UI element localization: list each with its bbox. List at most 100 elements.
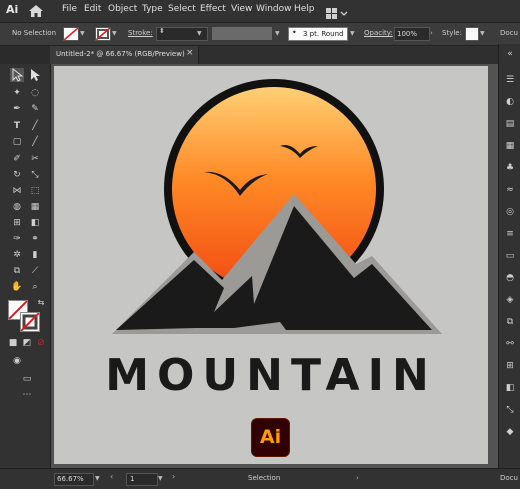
mountain-logo[interactable] xyxy=(54,66,488,356)
direct-selection-tool-icon[interactable] xyxy=(28,68,42,82)
magic-wand-tool-icon[interactable]: ✦ xyxy=(10,86,24,100)
menu-select[interactable]: Select xyxy=(168,4,196,14)
collapse-panels-icon[interactable]: « xyxy=(504,48,516,60)
home-icon[interactable] xyxy=(28,3,44,22)
logo-wordmark[interactable]: MOUNTAIN xyxy=(54,350,488,401)
symbol-sprayer-tool-icon[interactable]: ✲ xyxy=(10,248,24,262)
zoom-value: 66.67% xyxy=(57,475,84,483)
links-panel-icon[interactable]: ⚯ xyxy=(504,338,516,350)
current-tool-status[interactable]: Selection xyxy=(248,474,280,482)
gradient-panel-icon[interactable]: ▭ xyxy=(504,250,516,262)
shaper-tool-icon[interactable]: ✐ xyxy=(10,152,24,166)
menu-window[interactable]: Window xyxy=(256,4,292,14)
style-dropdown-icon[interactable]: ▼ xyxy=(480,30,485,37)
color-mode-icon[interactable]: ■ xyxy=(6,336,20,350)
pathfinder-panel-icon[interactable]: ◧ xyxy=(504,382,516,394)
layer-stack-icon[interactable]: ◈ xyxy=(504,294,516,306)
stroke-weight-stepper-icon[interactable]: ⬍ xyxy=(159,27,165,35)
artboard-prev-icon[interactable]: ‹ xyxy=(110,472,113,481)
artboards-panel-icon[interactable]: ⧉ xyxy=(504,316,516,328)
color-panel-icon[interactable]: ▦ xyxy=(504,140,516,152)
stroke-weight-dropdown-icon[interactable]: ▼ xyxy=(197,30,202,37)
none-mode-icon[interactable]: ⊘ xyxy=(34,336,48,350)
menu-object[interactable]: Object xyxy=(108,4,137,14)
stroke-panel-icon[interactable]: ≡ xyxy=(504,228,516,240)
app-logo[interactable]: Ai xyxy=(6,3,18,16)
slice-tool-icon[interactable]: ⟋ xyxy=(28,264,42,278)
fill-swatch[interactable] xyxy=(63,27,79,41)
opacity-value: 100% xyxy=(397,30,418,38)
column-graph-tool-icon[interactable]: ▮ xyxy=(28,248,42,262)
artboard-dropdown-icon[interactable]: ▼ xyxy=(158,475,163,482)
transform-panel-icon[interactable]: ⤡ xyxy=(504,404,516,416)
scale-tool-icon[interactable]: ⤡ xyxy=(28,168,42,182)
status-arrow-icon[interactable]: › xyxy=(356,474,359,482)
character-panel-icon[interactable]: ◆ xyxy=(504,426,516,438)
brush-definition-field[interactable]: • 3 pt. Round xyxy=(288,27,348,41)
layers-panel-icon[interactable]: ◐ xyxy=(504,96,516,108)
scissors-tool-icon[interactable]: ✂ xyxy=(28,152,42,166)
stroke-dropdown-icon[interactable]: ▼ xyxy=(112,30,117,37)
artboard-next-icon[interactable]: › xyxy=(172,472,175,481)
mesh-tool-icon[interactable]: ⊞ xyxy=(10,216,24,230)
appearance-panel-icon[interactable]: ◎ xyxy=(504,206,516,218)
curvature-tool-icon[interactable]: ✎ xyxy=(28,102,42,116)
menu-file[interactable]: File xyxy=(62,4,77,14)
type-tool-icon[interactable]: T xyxy=(10,119,24,133)
zoom-field[interactable]: 66.67% xyxy=(54,473,94,486)
opacity-label: Opacity: xyxy=(364,29,393,37)
hand-tool-icon[interactable]: ✋ xyxy=(10,280,24,294)
selection-status: No Selection xyxy=(12,29,57,37)
gradient-mode-icon[interactable]: ◩ xyxy=(20,336,34,350)
width-tool-icon[interactable]: ⋈ xyxy=(10,184,24,198)
menu-view[interactable]: View xyxy=(231,4,252,14)
artboard-tool-icon[interactable]: ⧉ xyxy=(10,264,24,278)
close-tab-icon[interactable]: × xyxy=(186,48,194,58)
document-tab[interactable]: Untitled-2* @ 66.67% (RGB/Preview) × xyxy=(50,46,199,64)
blend-tool-icon[interactable]: ⚭ xyxy=(28,232,42,246)
control-bar: No Selection ▼ ▼ Stroke: ⬍ ▼ ▼ • 3 pt. R… xyxy=(0,22,520,46)
variable-width-profile[interactable] xyxy=(212,27,272,40)
menu-edit[interactable]: Edit xyxy=(84,4,101,14)
screen-mode-icon[interactable]: ▭ xyxy=(20,372,34,386)
opacity-field[interactable]: 100% xyxy=(394,27,430,41)
document-status-label: Docu xyxy=(500,474,518,482)
brushes-panel-icon[interactable]: ≈ xyxy=(504,184,516,196)
draw-mode-icon[interactable]: ◉ xyxy=(10,354,24,368)
selection-tool-icon[interactable] xyxy=(10,67,24,82)
shape-builder-tool-icon[interactable]: ◍ xyxy=(10,200,24,214)
fill-dropdown-icon[interactable]: ▼ xyxy=(80,30,85,37)
stroke-weight-field[interactable]: ⬍ ▼ xyxy=(156,27,208,41)
artboard-number-field[interactable]: 1 xyxy=(126,473,158,486)
libraries-panel-icon[interactable]: ▤ xyxy=(504,118,516,130)
properties-panel-icon[interactable]: ☰ xyxy=(504,74,516,86)
more-tools-icon[interactable]: ⋯ xyxy=(20,388,34,402)
align-panel-icon[interactable]: ⊞ xyxy=(504,360,516,372)
pen-tool-icon[interactable]: ✒ xyxy=(10,102,24,116)
menu-effect[interactable]: Effect xyxy=(200,4,226,14)
stroke-color-swatch[interactable] xyxy=(20,312,40,332)
document-setup-label[interactable]: Docu xyxy=(500,29,518,37)
rectangle-tool-icon[interactable]: ▢ xyxy=(10,135,24,149)
graphic-style-swatch[interactable] xyxy=(465,27,479,41)
gradient-tool-icon[interactable]: ◧ xyxy=(28,216,42,230)
symbols-panel-icon[interactable]: ♣ xyxy=(504,162,516,174)
paintbrush-tool-icon[interactable]: ╱ xyxy=(28,135,42,149)
line-segment-tool-icon[interactable]: ╱ xyxy=(28,119,42,133)
free-transform-tool-icon[interactable]: ⬚ xyxy=(28,184,42,198)
eyedropper-tool-icon[interactable]: ✑ xyxy=(10,232,24,246)
zoom-tool-icon[interactable]: ⌕ xyxy=(28,280,42,294)
menu-help[interactable]: Help xyxy=(294,4,315,14)
lasso-tool-icon[interactable]: ◌ xyxy=(28,86,42,100)
stroke-swatch[interactable] xyxy=(95,27,111,41)
opacity-arrow-icon[interactable]: › xyxy=(430,29,433,37)
rotate-tool-icon[interactable]: ↻ xyxy=(10,168,24,182)
brush-dropdown-icon[interactable]: ▼ xyxy=(350,30,355,37)
transparency-panel-icon[interactable]: ◓ xyxy=(504,272,516,284)
brush-definition-value: 3 pt. Round xyxy=(303,30,344,38)
zoom-dropdown-icon[interactable]: ▼ xyxy=(95,475,100,482)
perspective-grid-tool-icon[interactable]: ▦ xyxy=(28,200,42,214)
profile-dropdown-icon[interactable]: ▼ xyxy=(275,30,280,37)
swap-fill-stroke-icon[interactable]: ⇆ xyxy=(34,296,48,310)
menu-type[interactable]: Type xyxy=(142,4,163,14)
